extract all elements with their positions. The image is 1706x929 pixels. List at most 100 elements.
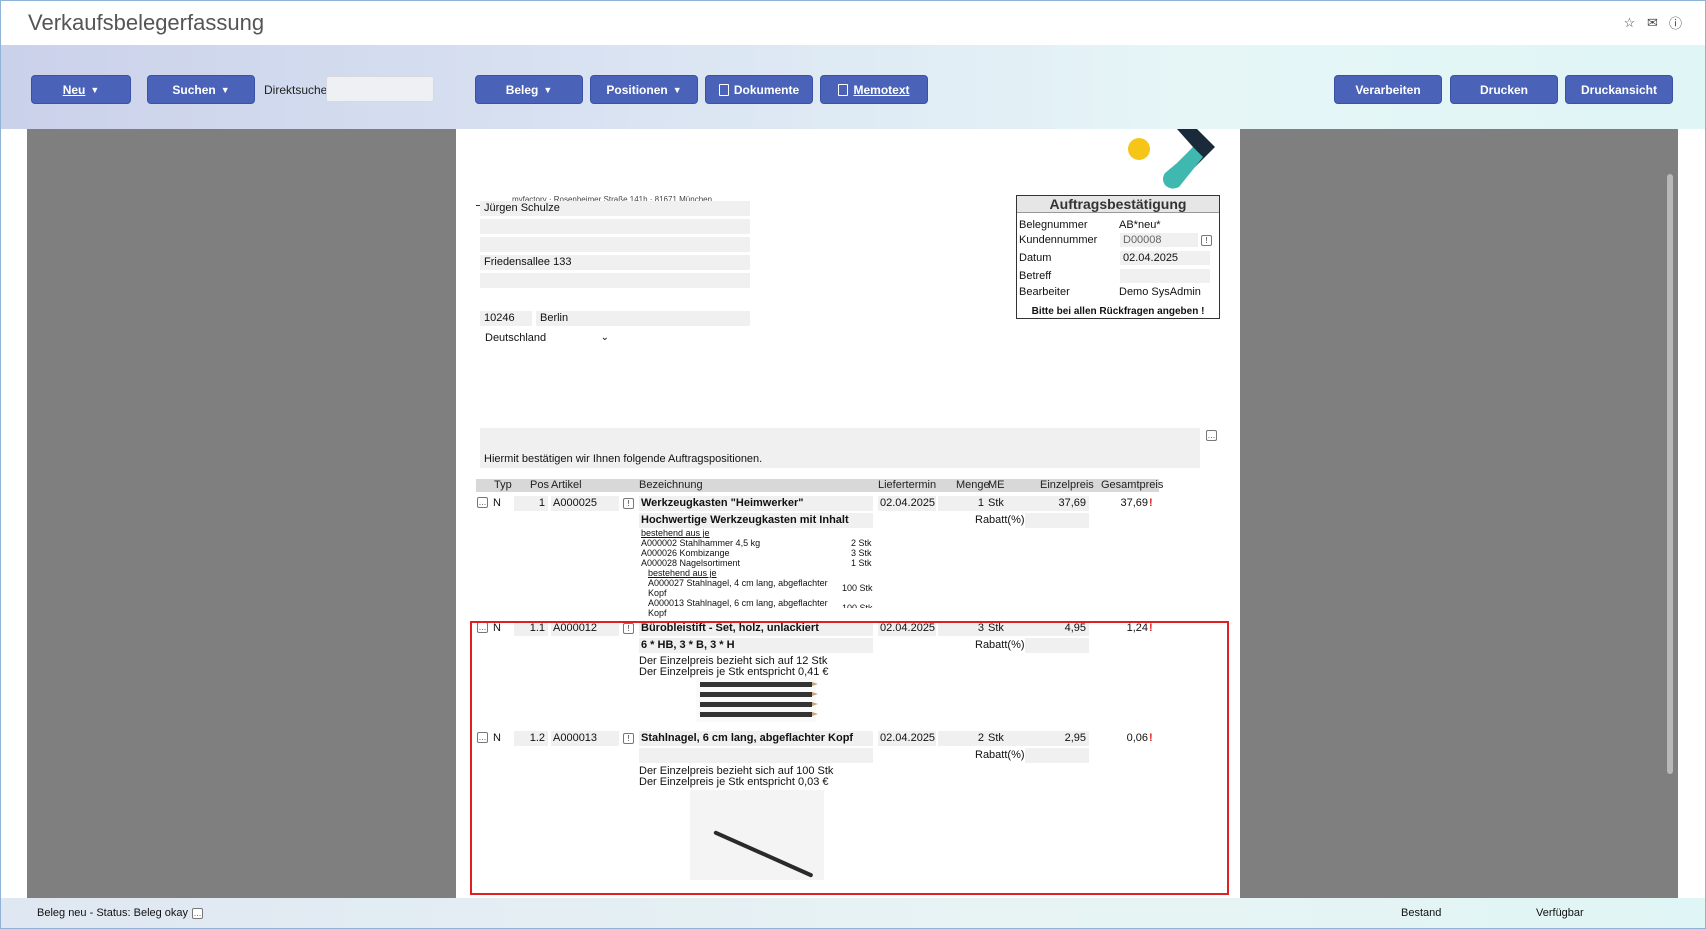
col-bezeichnung: Bezeichnung bbox=[639, 479, 703, 491]
process-button[interactable]: Verarbeiten bbox=[1334, 75, 1442, 104]
print-preview-button[interactable]: Druckansicht bbox=[1565, 75, 1673, 104]
position-menge[interactable]: 2 bbox=[938, 731, 986, 746]
chevron-down-icon: ▼ bbox=[543, 84, 553, 95]
bom-header: bestehend aus je bbox=[641, 528, 710, 538]
kundennummer-field[interactable]: D00008 bbox=[1120, 233, 1198, 247]
memo-more-button[interactable]: … bbox=[1206, 430, 1217, 441]
position-einzelpreis[interactable]: 4,95 bbox=[1025, 621, 1089, 636]
position-typ: N bbox=[493, 622, 501, 634]
document-page: myfactory · Rosenheimer Straße 141h · 81… bbox=[456, 129, 1240, 898]
bom-qty: 100 Stk bbox=[842, 583, 873, 593]
search-button-label: Suchen bbox=[172, 82, 216, 97]
direct-search-input[interactable] bbox=[326, 76, 434, 102]
address-line3-field[interactable] bbox=[480, 237, 750, 252]
position-menu-button[interactable]: … bbox=[477, 497, 488, 508]
rabatt-field[interactable] bbox=[1025, 638, 1089, 653]
position-zusatz[interactable]: 6 * HB, 3 * B, 3 * H bbox=[639, 638, 873, 653]
documents-button-label: Dokumente bbox=[733, 82, 800, 97]
position-artikel[interactable]: A000013 bbox=[551, 731, 619, 746]
product-image-nail bbox=[690, 790, 824, 880]
status-left: Beleg neu - Status: Beleg okay … bbox=[37, 907, 204, 919]
print-preview-button-label: Druckansicht bbox=[1580, 82, 1658, 97]
status-text: Beleg neu - Status: Beleg okay bbox=[37, 907, 189, 919]
new-button-label: Neu bbox=[62, 82, 86, 97]
country-select[interactable]: Deutschland ⌄ bbox=[480, 329, 614, 345]
memo-text: Hiermit bestätigen wir Ihnen folgende Au… bbox=[484, 453, 763, 465]
address-line2-field[interactable] bbox=[480, 219, 750, 234]
bom-item: A000002 Stahlhammer 4,5 kg bbox=[641, 538, 761, 548]
clipboard-icon bbox=[838, 83, 849, 96]
clipboard-icon bbox=[718, 83, 729, 96]
position-liefertermin[interactable]: 02.04.2025 bbox=[878, 621, 936, 636]
stock-label: Bestand bbox=[1401, 907, 1442, 919]
chevron-down-icon: ▼ bbox=[90, 84, 100, 95]
betreff-label: Betreff bbox=[1019, 270, 1052, 282]
article-info-button[interactable]: ! bbox=[623, 733, 634, 744]
rabatt-label: Rabatt(%) bbox=[975, 639, 1025, 651]
memotext-button[interactable]: Memotext bbox=[820, 75, 928, 104]
position-einzelpreis[interactable]: 37,69 bbox=[1025, 496, 1089, 511]
customer-info-button[interactable]: ! bbox=[1201, 235, 1212, 246]
bom-item: A000026 Kombizange bbox=[641, 548, 730, 558]
direct-search-label: Direktsuche: bbox=[264, 83, 331, 97]
article-info-button[interactable]: ! bbox=[623, 623, 634, 634]
datum-field[interactable]: 02.04.2025 bbox=[1120, 251, 1210, 265]
order-info-box: Auftragsbestätigung Belegnummer AB*neu* … bbox=[1016, 195, 1220, 319]
position-gesamtpreis: 1,24 bbox=[1126, 622, 1148, 634]
position-artikel[interactable]: A000025 bbox=[551, 496, 619, 511]
col-artikel: Artikel bbox=[551, 479, 582, 491]
betreff-field[interactable] bbox=[1120, 269, 1210, 283]
position-bezeichnung[interactable]: Stahlnagel, 6 cm lang, abgeflachter Kopf bbox=[639, 731, 873, 746]
rabatt-field[interactable] bbox=[1025, 748, 1089, 763]
position-pos[interactable]: 1 bbox=[514, 496, 548, 511]
warning-icon: ! bbox=[1149, 732, 1153, 744]
available-label: Verfügbar bbox=[1536, 907, 1584, 919]
position-liefertermin[interactable]: 02.04.2025 bbox=[878, 496, 936, 511]
bearbeiter-label: Bearbeiter bbox=[1019, 286, 1070, 298]
print-button[interactable]: Drucken bbox=[1450, 75, 1558, 104]
position-menu-button[interactable]: … bbox=[477, 732, 488, 743]
search-button[interactable]: Suchen ▼ bbox=[147, 75, 255, 104]
infobox-note: Bitte bei allen Rückfragen angeben ! bbox=[1031, 306, 1205, 317]
position-zusatz[interactable]: Hochwertige Werkzeugkasten mit Inhalt bbox=[639, 513, 873, 528]
position-menge[interactable]: 1 bbox=[938, 496, 986, 511]
position-pos[interactable]: 1.2 bbox=[514, 731, 548, 746]
position-menge[interactable]: 3 bbox=[938, 621, 986, 636]
position-zusatz[interactable] bbox=[639, 748, 873, 763]
status-more-button[interactable]: … bbox=[192, 907, 204, 919]
mail-icon[interactable]: ✉ bbox=[1645, 15, 1660, 30]
position-einzelpreis[interactable]: 2,95 bbox=[1025, 731, 1089, 746]
bom-subheader: bestehend aus je bbox=[648, 568, 717, 578]
documents-button[interactable]: Dokumente bbox=[705, 75, 813, 104]
rabatt-label: Rabatt(%) bbox=[975, 514, 1025, 526]
rabatt-field[interactable] bbox=[1025, 513, 1089, 528]
bom-item-cont: Kopf bbox=[648, 608, 667, 618]
position-pos[interactable]: 1.1 bbox=[514, 621, 548, 636]
bom-item: A000027 Stahlnagel, 4 cm lang, abgeflach… bbox=[648, 578, 828, 588]
address-zip-field[interactable]: 10246 bbox=[480, 311, 532, 326]
star-icon[interactable]: ☆ bbox=[1622, 15, 1637, 30]
position-menu-button[interactable]: … bbox=[477, 622, 488, 633]
address-street-field[interactable]: Friedensallee 133 bbox=[480, 255, 750, 270]
positions-button[interactable]: Positionen ▼ bbox=[590, 75, 698, 104]
position-gesamtpreis: 0,06 bbox=[1126, 732, 1148, 744]
position-bezeichnung[interactable]: Bürobleistift - Set, holz, unlackiert bbox=[639, 621, 873, 636]
address-city-field[interactable]: Berlin bbox=[536, 311, 750, 326]
position-bezeichnung[interactable]: Werkzeugkasten "Heimwerker" bbox=[639, 496, 873, 511]
chevron-down-icon: ⌄ bbox=[600, 332, 609, 343]
beleg-button[interactable]: Beleg ▼ bbox=[475, 75, 583, 104]
position-artikel[interactable]: A000012 bbox=[551, 621, 619, 636]
vertical-scrollbar[interactable] bbox=[1667, 174, 1673, 774]
article-info-button[interactable]: ! bbox=[623, 498, 634, 509]
help-icon[interactable]: ⓘ bbox=[1668, 15, 1683, 31]
address-name-field[interactable]: Jürgen Schulze bbox=[480, 201, 750, 216]
position-gesamtpreis: 37,69 bbox=[1120, 497, 1148, 509]
bom-qty: 1 Stk bbox=[851, 558, 872, 568]
new-button[interactable]: Neu ▼ bbox=[31, 75, 131, 104]
title-icons: ☆ ✉ ⓘ bbox=[1622, 15, 1683, 32]
kundennummer-label: Kundennummer bbox=[1019, 234, 1098, 246]
address-line5-field[interactable] bbox=[480, 273, 750, 288]
pencil-shape bbox=[700, 692, 818, 697]
document-canvas: myfactory · Rosenheimer Straße 141h · 81… bbox=[27, 129, 1678, 898]
position-liefertermin[interactable]: 02.04.2025 bbox=[878, 731, 936, 746]
